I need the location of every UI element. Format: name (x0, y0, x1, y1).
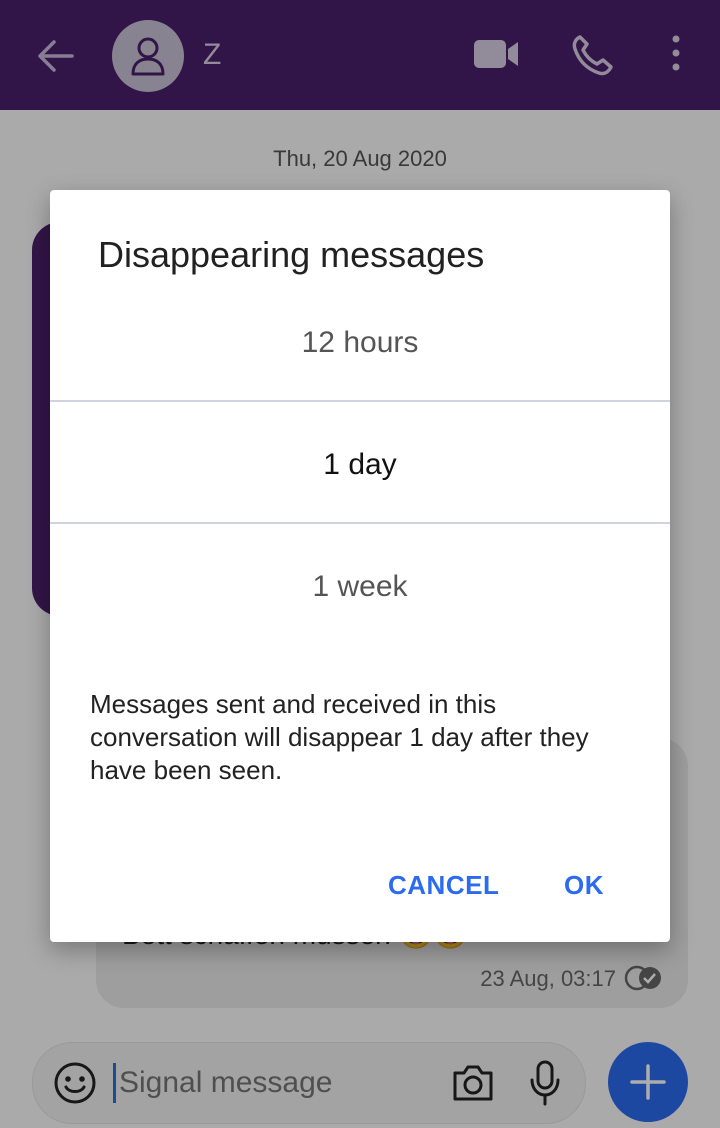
picker-option-above[interactable]: 12 hours (50, 326, 670, 360)
dialog-description: Messages sent and received in this conve… (90, 689, 589, 785)
ok-button[interactable]: OK (564, 870, 604, 901)
disappearing-messages-dialog: Disappearing messages 12 hours 1 day 1 w… (50, 190, 670, 942)
dialog-title: Disappearing messages (98, 234, 485, 275)
picker-option-below[interactable]: 1 week (50, 570, 670, 604)
cancel-button[interactable]: CANCEL (388, 870, 499, 901)
picker-divider-top (50, 400, 670, 402)
picker-option-selected[interactable]: 1 day (50, 448, 670, 482)
picker-divider-bottom (50, 522, 670, 524)
